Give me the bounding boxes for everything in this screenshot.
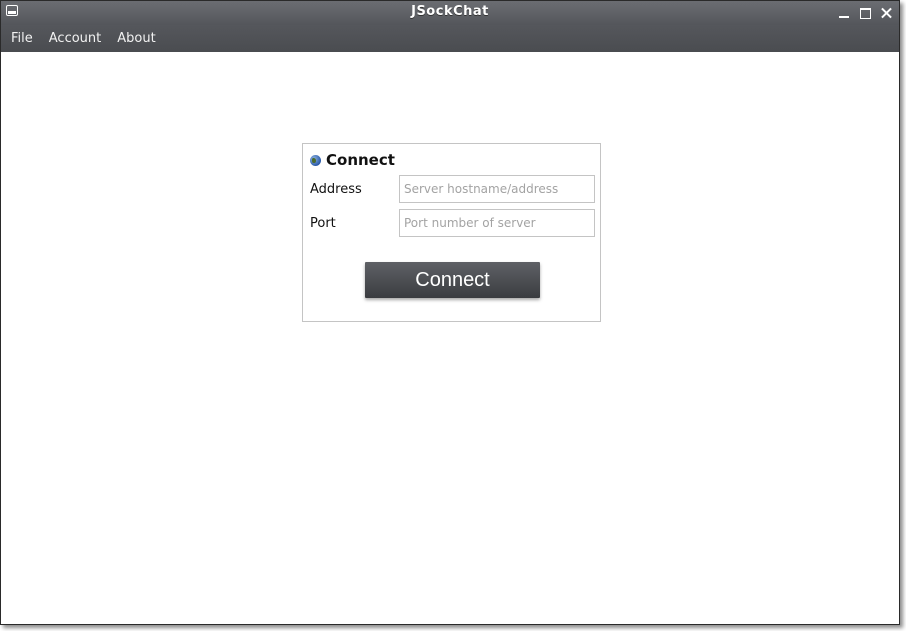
connect-panel: Connect Address Port Connect	[302, 143, 601, 322]
close-icon[interactable]	[876, 4, 897, 22]
menu-bar: File Account About	[1, 25, 899, 52]
window-title: JSockChat	[411, 4, 489, 19]
menu-about[interactable]: About	[109, 31, 163, 46]
menu-account[interactable]: Account	[41, 31, 110, 46]
address-input[interactable]	[399, 175, 595, 203]
app-window: JSockChat File Account About Connect Add…	[0, 0, 900, 625]
minimize-icon[interactable]	[834, 4, 855, 22]
connect-button[interactable]: Connect	[365, 262, 540, 298]
window-controls	[834, 3, 897, 23]
title-bar[interactable]: JSockChat	[1, 1, 899, 25]
connect-panel-header: Connect	[310, 151, 395, 169]
port-input[interactable]	[399, 209, 595, 237]
menu-file[interactable]: File	[3, 31, 41, 46]
maximize-icon[interactable]	[855, 4, 876, 22]
port-label: Port	[310, 216, 336, 231]
address-label: Address	[310, 182, 362, 197]
connect-panel-title: Connect	[326, 151, 395, 169]
globe-icon	[310, 154, 321, 166]
